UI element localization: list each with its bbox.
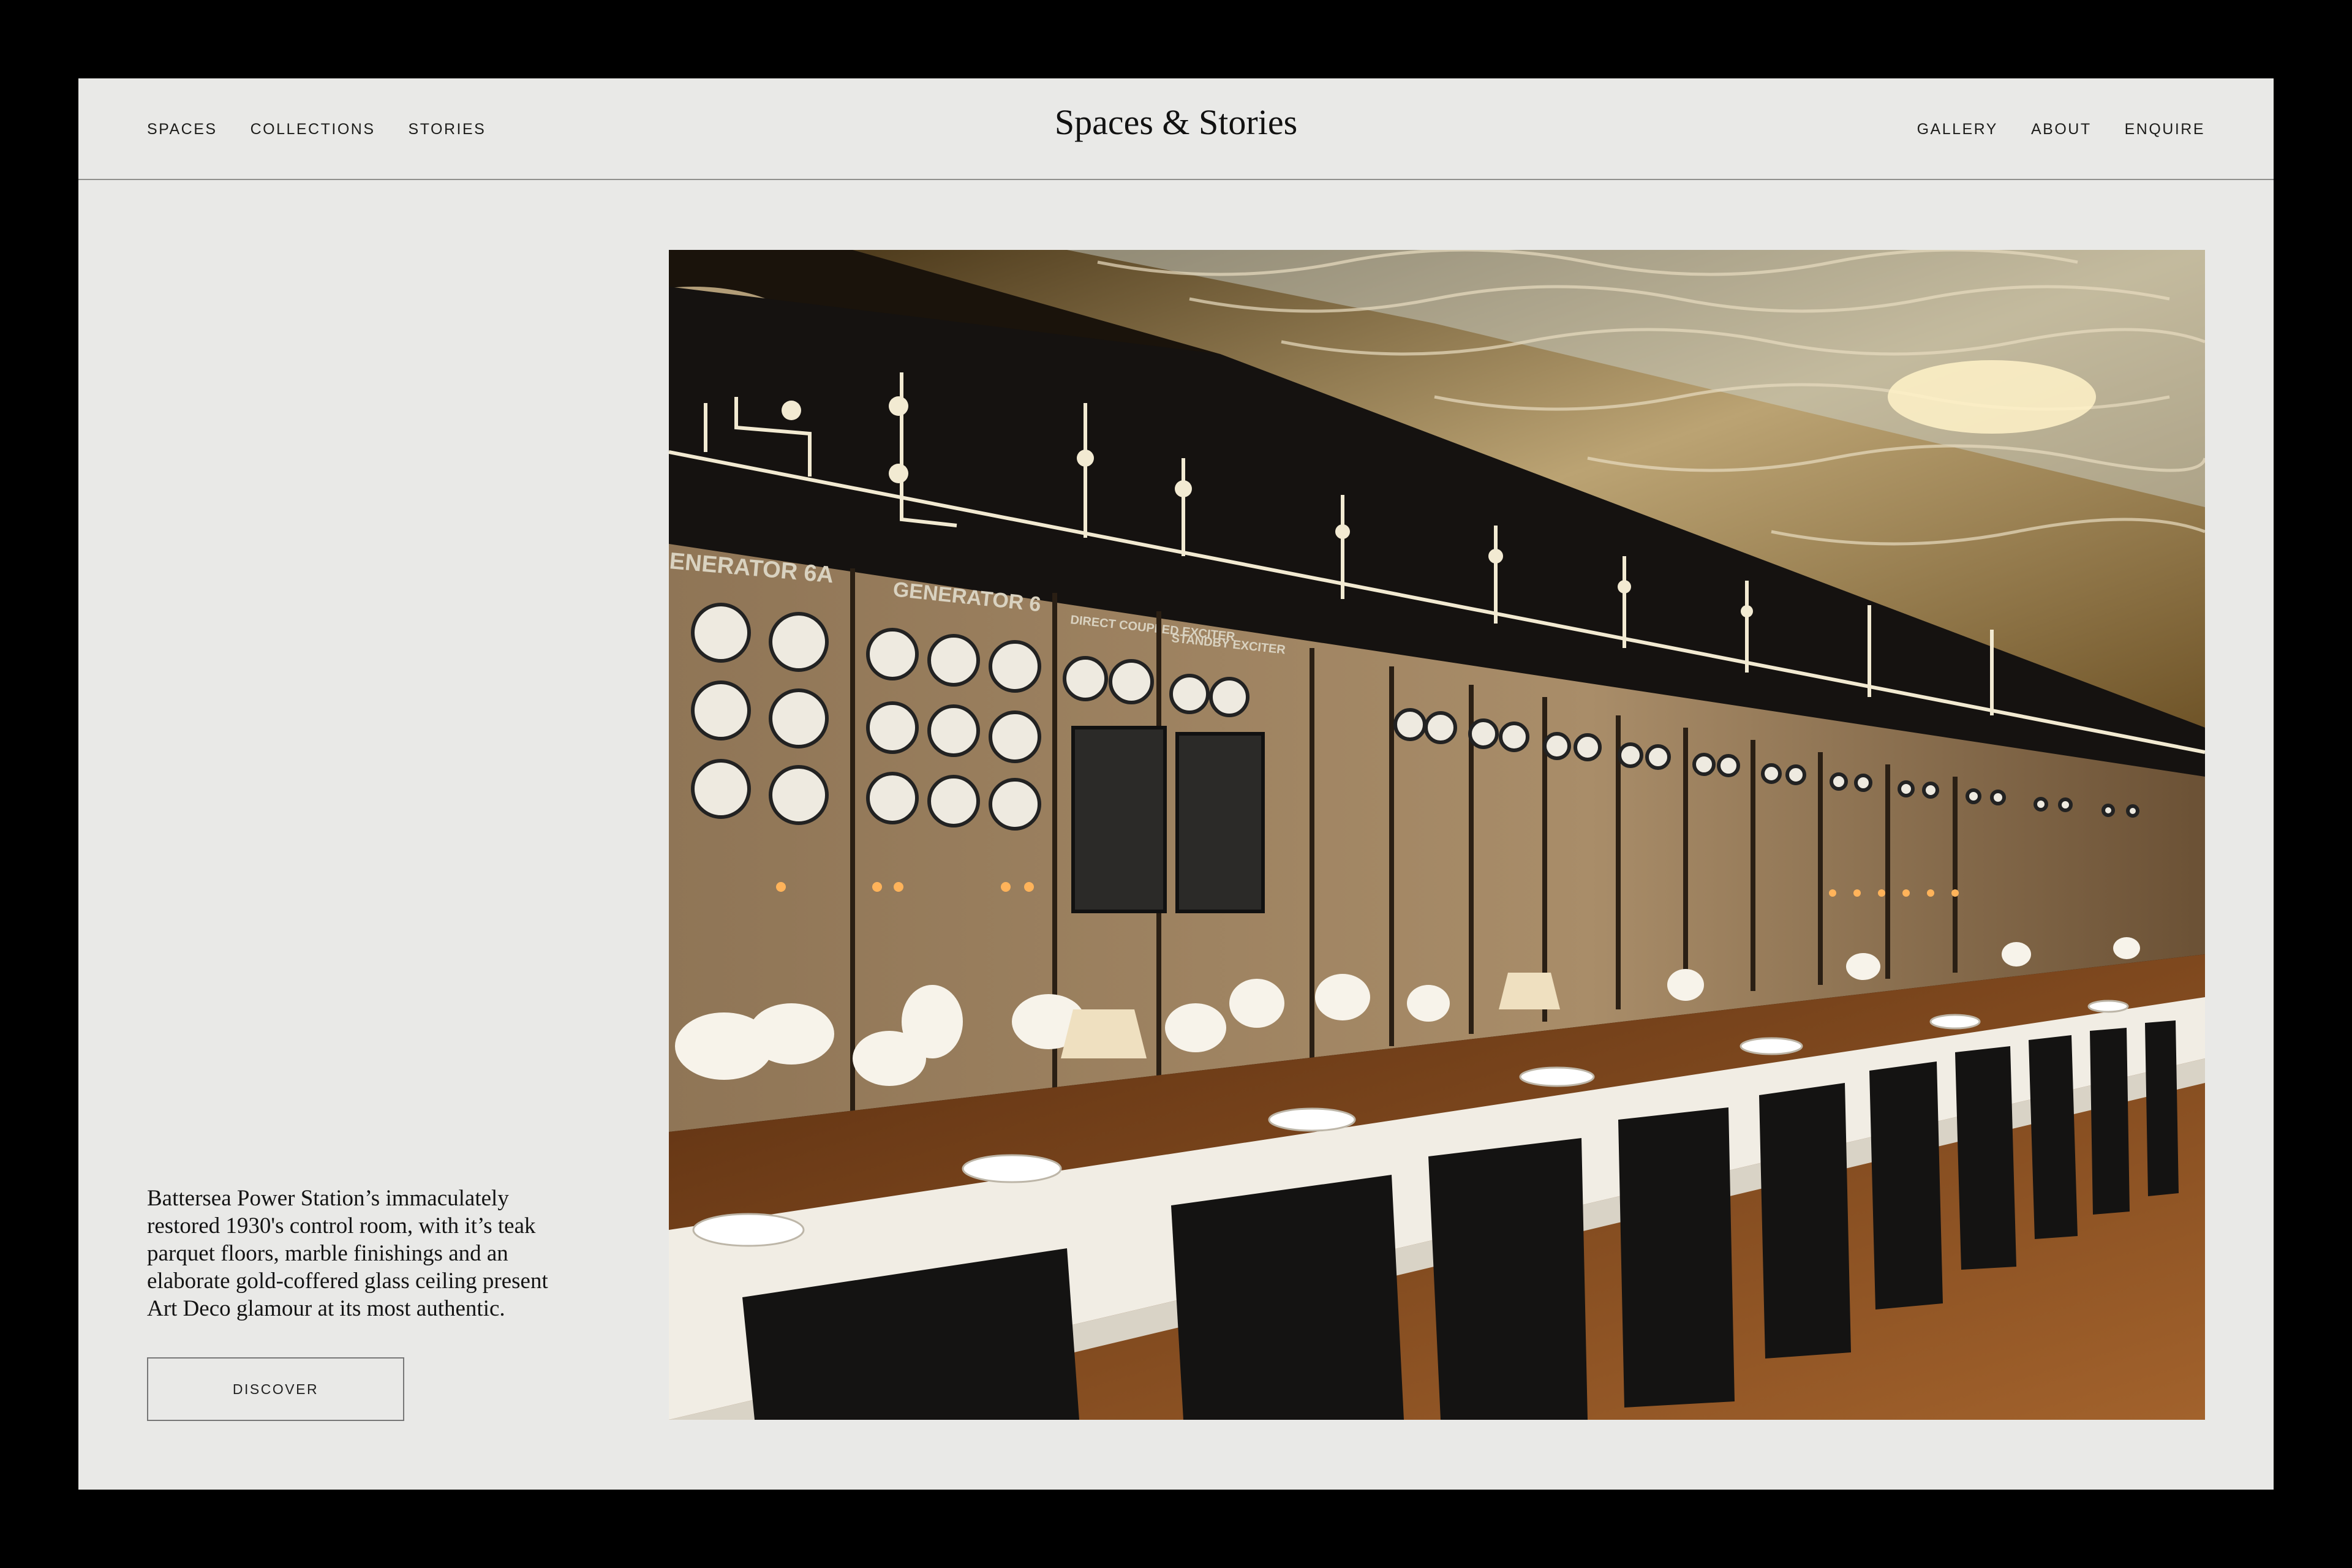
hero-image: ENERATOR 6A GENERATOR 6 DIRECT COUPLED E… [669, 250, 2205, 1420]
nav-about[interactable]: ABOUT [2031, 121, 2092, 138]
brand-logo[interactable]: Spaces & Stories [1055, 102, 1297, 143]
nav-stories[interactable]: STORIES [409, 121, 486, 138]
control-room-photo: ENERATOR 6A GENERATOR 6 DIRECT COUPLED E… [669, 250, 2205, 1420]
description-line: Art Deco glamour at its most authentic. [147, 1296, 505, 1321]
description-line: elaborate gold-coffered glass ceiling pr… [147, 1268, 548, 1294]
discover-button[interactable]: DISCOVER [147, 1357, 404, 1421]
primary-nav: SPACES COLLECTIONS STORIES [147, 78, 486, 180]
description-line: parquet floors, marble finishings and an [147, 1241, 508, 1266]
nav-collections[interactable]: COLLECTIONS [251, 121, 375, 138]
description-line: Battersea Power Station’s immaculately [147, 1186, 509, 1211]
nav-enquire[interactable]: ENQUIRE [2125, 121, 2205, 138]
secondary-nav: GALLERY ABOUT ENQUIRE [1917, 78, 2205, 180]
nav-spaces[interactable]: SPACES [147, 121, 217, 138]
description-line: restored 1930's control room, with it’s … [147, 1213, 536, 1238]
page: SPACES COLLECTIONS STORIES Spaces & Stor… [78, 78, 2274, 1490]
nav-gallery[interactable]: GALLERY [1917, 121, 1998, 138]
venue-description: Battersea Power Station’s immaculately r… [147, 1185, 576, 1322]
site-header: SPACES COLLECTIONS STORIES Spaces & Stor… [78, 78, 2274, 180]
